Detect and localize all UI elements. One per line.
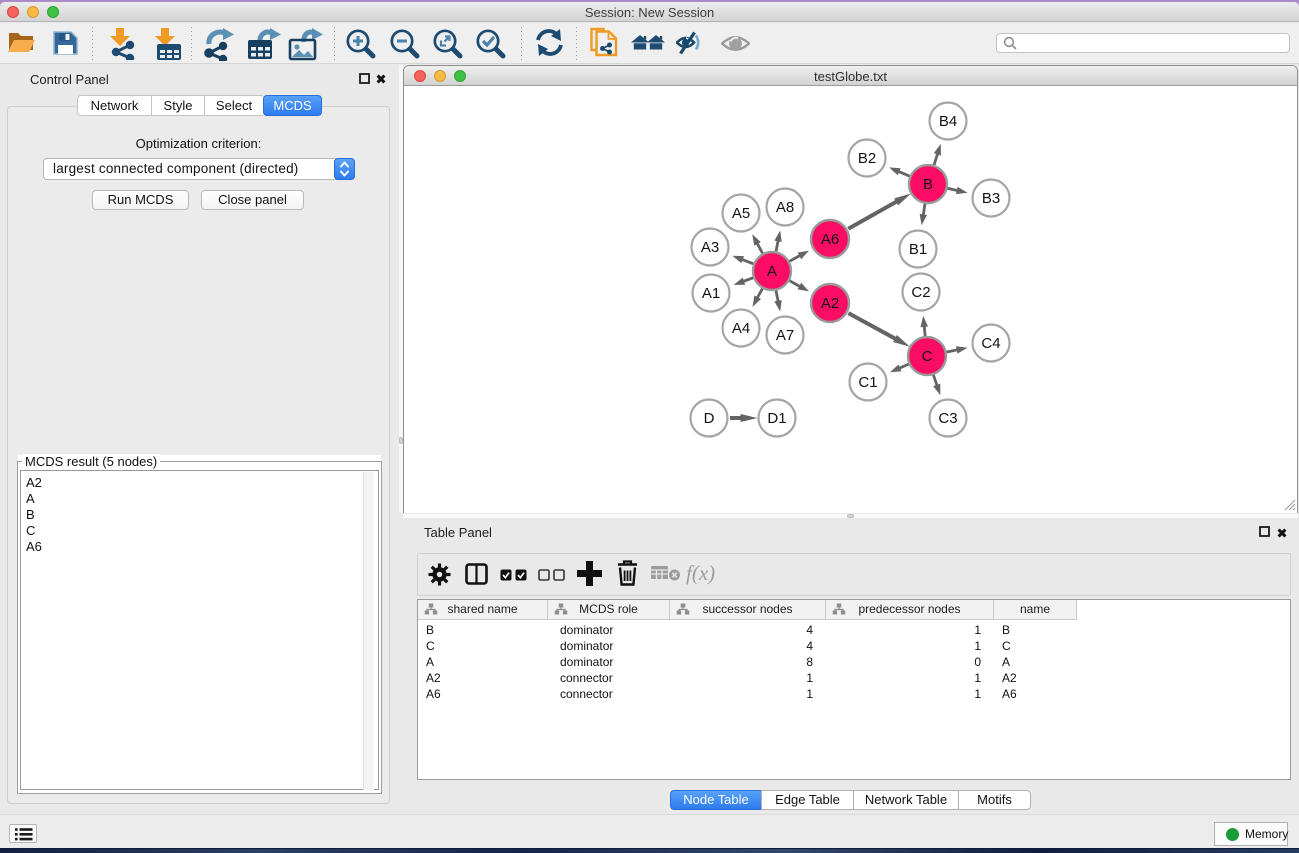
- svg-text:A1: A1: [702, 285, 720, 302]
- svg-text:C1: C1: [858, 374, 877, 391]
- svg-text:A: A: [767, 263, 777, 280]
- svg-text:A7: A7: [776, 327, 794, 344]
- svg-text:B: B: [923, 176, 933, 193]
- svg-text:B3: B3: [982, 190, 1000, 207]
- svg-text:A5: A5: [732, 205, 750, 222]
- svg-text:C2: C2: [911, 284, 930, 301]
- svg-text:A8: A8: [776, 199, 794, 216]
- svg-text:B2: B2: [858, 150, 876, 167]
- svg-text:D1: D1: [767, 410, 786, 427]
- svg-text:C4: C4: [981, 335, 1000, 352]
- svg-text:C: C: [922, 348, 933, 365]
- svg-text:B4: B4: [939, 113, 957, 130]
- svg-text:A4: A4: [732, 320, 750, 337]
- svg-text:A6: A6: [821, 231, 839, 248]
- svg-text:A3: A3: [701, 239, 719, 256]
- svg-text:A2: A2: [821, 295, 839, 312]
- svg-text:D: D: [704, 410, 715, 427]
- svg-text:B1: B1: [909, 241, 927, 258]
- svg-text:C3: C3: [938, 410, 957, 427]
